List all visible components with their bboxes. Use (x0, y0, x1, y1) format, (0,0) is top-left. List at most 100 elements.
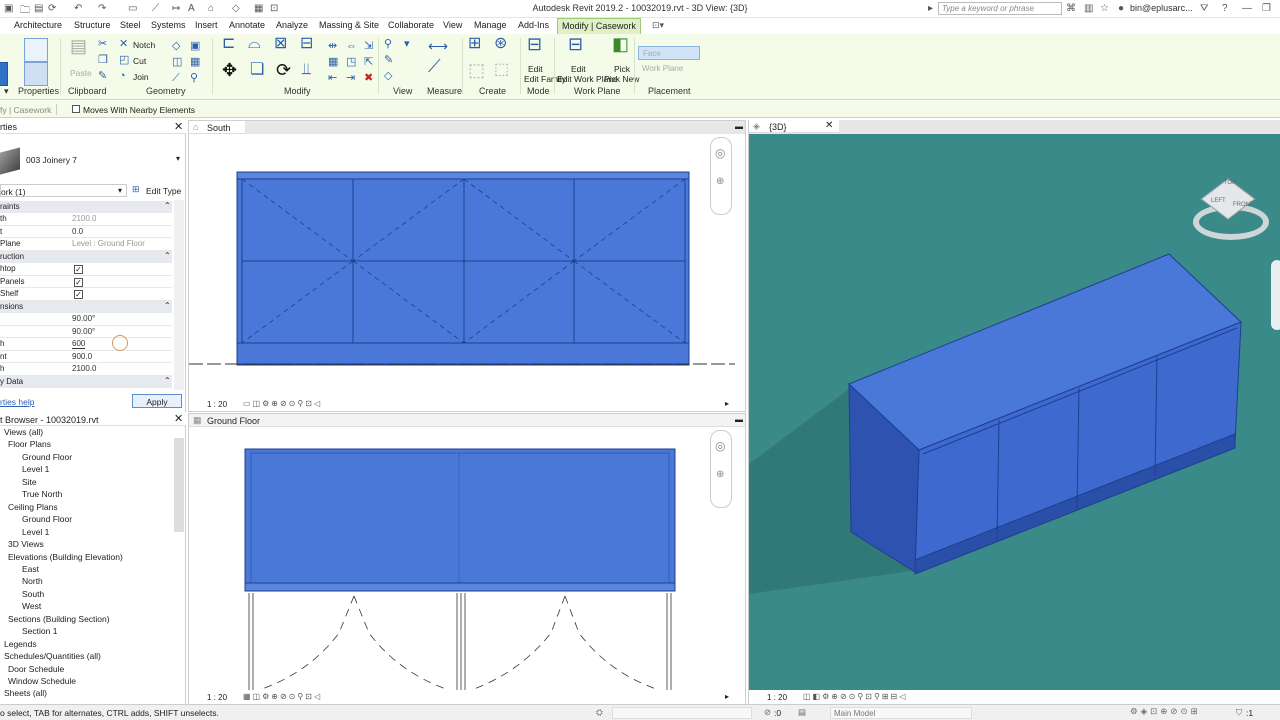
pin-icon[interactable]: ⇤ (328, 72, 337, 84)
edit-work-plane-icon[interactable]: ⊟ (568, 35, 583, 53)
browser-item[interactable]: South (22, 589, 44, 599)
tab-collaborate[interactable]: Collaborate (388, 20, 434, 30)
binoculars-icon[interactable]: ⌘ (1066, 3, 1076, 14)
prop-row[interactable]: 90.00° (0, 313, 172, 326)
type-selector[interactable]: 003 Joinery 7 (26, 155, 77, 165)
notch-icon[interactable]: ✕ (119, 38, 128, 50)
override-icon[interactable]: ✎ (384, 54, 393, 66)
restore-icon[interactable]: ❐ (1262, 3, 1271, 14)
group-identity-data[interactable]: y Data ⌃ (0, 376, 172, 388)
prop-row[interactable]: 90.00° (0, 326, 172, 338)
close-icon[interactable]: ✕ (174, 120, 183, 133)
collapse-icon[interactable]: ⌃ (164, 376, 171, 385)
unpin-icon[interactable]: ⇥ (346, 72, 355, 84)
group-dimensions[interactable]: nsions ⌃ (0, 301, 172, 313)
view-tab-south[interactable]: ⌂ South (189, 121, 245, 134)
create-similar-icon[interactable]: ⬚ (494, 62, 509, 78)
view-control-icons[interactable]: ▦◫⚙⊕⊘⊙⚲⊡◁ (243, 692, 322, 701)
trim-extend-icon[interactable]: ⇲ (364, 40, 373, 52)
browser-scrollbar[interactable] (174, 438, 184, 532)
group-construction[interactable]: ruction ⌃ (0, 251, 172, 263)
view-scrollbar[interactable] (735, 135, 745, 395)
extend-icon[interactable]: ⇱ (364, 56, 373, 68)
user-name[interactable]: bin@eplusarc... (1130, 3, 1193, 13)
view-scale[interactable]: 1 : 20 (207, 400, 227, 409)
collapse-icon[interactable]: ⌃ (164, 301, 171, 310)
navigation-bar[interactable]: ◎ ⊕ (710, 430, 732, 508)
properties-scrollbar[interactable] (174, 200, 184, 390)
view-cube-left[interactable]: LEFT (1211, 198, 1226, 204)
prop-row[interactable]: htop ✓ (0, 263, 172, 276)
aligned-dimension-icon[interactable]: ⟋ (428, 57, 441, 75)
checkbox-checked[interactable]: ✓ (74, 265, 83, 274)
steering-wheel-icon[interactable]: ◎ (715, 146, 725, 160)
group-constraints[interactable]: raints ⌃ (0, 201, 172, 213)
south-elevation-view[interactable]: ⌂ South ▬ ◎ ⊕ 1: 20 ▭◫⚙⊕⊘⊙⚲⊡◁ ▸ (188, 120, 746, 412)
checkbox-checked[interactable]: ✓ (74, 277, 83, 287)
edit-type-icon[interactable]: ⊞ (132, 184, 140, 195)
browser-item[interactable]: Window Schedule (8, 676, 76, 686)
view-tab-3d[interactable]: ◈ {3D} ✕ (749, 120, 839, 133)
browser-item[interactable]: Level 1 (22, 527, 49, 537)
scroll-right-icon[interactable]: ▸ (725, 692, 729, 701)
minimize-icon[interactable]: — (1242, 3, 1252, 14)
view-menu-icon[interactable]: ▬ (735, 122, 743, 131)
scale-icon[interactable]: ◳ (346, 56, 356, 68)
hide-icon[interactable]: ⚲ (384, 38, 392, 50)
properties-help-link[interactable]: rties help (0, 397, 35, 407)
tab-massing-site[interactable]: Massing & Site (319, 20, 379, 30)
type-dropdown-icon[interactable]: ▾ (176, 154, 180, 163)
design-options-icon[interactable]: ▤ (798, 707, 806, 718)
rotate-icon[interactable]: ⟳ (276, 61, 291, 79)
demolish-icon[interactable]: ▦ (190, 56, 200, 68)
cart-icon[interactable]: ⛛ (1200, 3, 1208, 14)
scroll-right-icon[interactable]: ▸ (725, 399, 729, 408)
prop-value-editing[interactable]: 600 (72, 339, 86, 349)
browser-item[interactable]: Schedules/Quantities (all) (4, 651, 101, 661)
copy-icon[interactable]: ❏ (250, 62, 264, 78)
linework-icon[interactable]: ▾ (404, 38, 410, 50)
browser-item[interactable]: Views (all) (4, 427, 43, 437)
trim-icon[interactable]: ⫫ (302, 62, 311, 78)
checkbox-checked[interactable]: ✓ (74, 290, 83, 299)
design-option-dropdown[interactable]: Main Model (830, 707, 972, 719)
browser-item[interactable]: West (22, 601, 41, 611)
browser-item[interactable]: Elevations (Building Elevation) (8, 552, 123, 562)
browser-item[interactable]: Door Schedule (8, 664, 64, 674)
workset-dropdown[interactable] (612, 707, 752, 719)
delete-icon[interactable]: ✖ (364, 72, 373, 84)
cut-label[interactable]: Cut (133, 56, 146, 66)
wall-join-icon[interactable]: ◇ (172, 40, 180, 52)
collapse-icon[interactable]: ⌃ (164, 251, 171, 260)
move-icon[interactable]: ✥ (222, 61, 237, 79)
edit-family-icon[interactable]: ⊟ (527, 35, 542, 53)
apply-button[interactable]: Apply (132, 394, 182, 408)
split-face-icon[interactable]: ▣ (190, 40, 200, 52)
pick-new-icon[interactable]: ◧ (612, 35, 629, 53)
browser-item[interactable]: Sections (Building Section) (8, 614, 110, 624)
close-icon[interactable]: ✕ (174, 412, 183, 425)
modify-tool-button[interactable] (0, 62, 8, 86)
remove-paint-icon[interactable]: ⟋ (172, 72, 180, 84)
selection-box-icon[interactable]: ◇ (384, 70, 392, 82)
array-icon[interactable]: ▦ (328, 56, 338, 68)
browser-item[interactable]: Level 1 (22, 464, 49, 474)
browser-item[interactable]: Ceiling Plans (8, 502, 58, 512)
browser-item[interactable]: 3D Views (8, 539, 44, 549)
view-control-icons[interactable]: ▭◫⚙⊕⊘⊙⚲⊡◁ (243, 399, 322, 408)
measure-between-icon[interactable]: ⟷ (428, 39, 448, 53)
navigation-bar[interactable] (1271, 260, 1280, 330)
close-icon[interactable]: ✕ (825, 120, 833, 131)
prop-value[interactable]: 90.00° (72, 327, 95, 336)
align-icon[interactable]: ⊏ (222, 36, 235, 52)
panel-dropdown-icon[interactable]: ▾ (4, 86, 9, 97)
tab-steel[interactable]: Steel (120, 20, 141, 30)
cut-geometry-icon[interactable]: ◰ (119, 54, 129, 66)
prop-value[interactable]: 0.0 (72, 227, 83, 236)
filter-icon[interactable]: ⛉ (1236, 707, 1242, 718)
favorites-icon[interactable]: ☆ (1100, 3, 1109, 14)
zoom-icon[interactable]: ⊕ (716, 176, 724, 187)
prop-row[interactable]: Panels ✓ (0, 276, 172, 288)
create-parts-icon[interactable]: ⊛ (494, 36, 507, 52)
edit-family-label-1[interactable]: Edit (528, 64, 543, 74)
